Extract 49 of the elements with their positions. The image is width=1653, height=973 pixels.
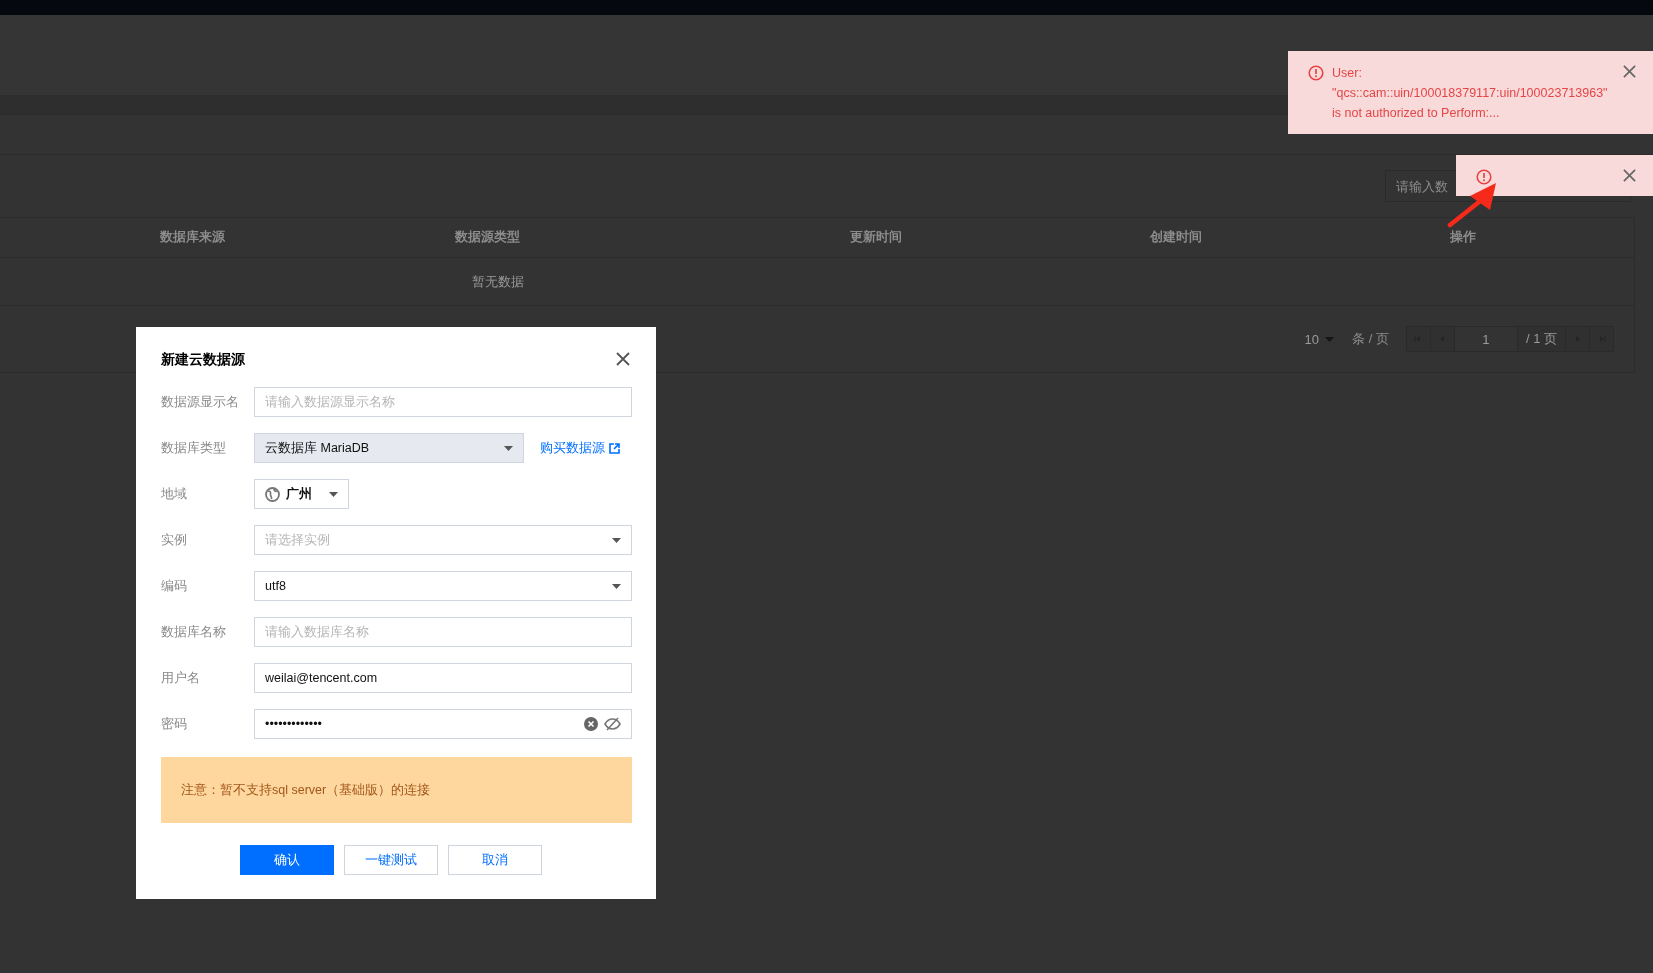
select-field[interactable]: utf8: [254, 571, 632, 601]
column-header: 数据源类型: [454, 229, 521, 246]
notice: 注意：暂不支持sql server（基础版）的连接: [161, 757, 632, 823]
input-field[interactable]: 请输入数据源显示名称: [254, 387, 632, 417]
input-field[interactable]: weilai@tencent.com: [254, 663, 632, 693]
field-label: 编码: [161, 577, 188, 595]
field-label: 实例: [161, 531, 188, 549]
caret-icon: [612, 583, 621, 589]
close-icon: [1623, 65, 1636, 78]
globe-icon: [265, 486, 280, 502]
field-label: 数据库类型: [161, 439, 227, 457]
page-input[interactable]: 1: [1453, 326, 1518, 352]
dialog-button[interactable]: 取消: [447, 845, 542, 875]
column-header: 数据库来源: [159, 229, 226, 246]
caret-icon: [612, 537, 621, 543]
field-label: 用户名: [161, 669, 201, 687]
empty-text: 暂无数据: [472, 272, 524, 291]
toast-message: "qcs::cam::uin/100018379117:uin/100023713963": [1332, 85, 1609, 102]
column-header: 操作: [1449, 229, 1477, 246]
close-icon: [1623, 169, 1636, 182]
password-field[interactable]: •••••••••••••: [254, 709, 632, 739]
region-select[interactable]: 广州: [254, 479, 349, 509]
error-icon: [1476, 169, 1492, 185]
external-link-icon: [609, 442, 620, 454]
page-size-unit: 条 / 页: [1352, 330, 1389, 348]
field-label: 数据库名称: [161, 623, 227, 641]
toast-message: is not authorized to Perform:...: [1332, 105, 1501, 122]
clear-icon[interactable]: [584, 717, 598, 731]
close-button[interactable]: [616, 352, 632, 368]
field-label: 数据源显示名: [161, 393, 240, 411]
dialog-button[interactable]: 一键测试: [343, 845, 438, 875]
page-size-select[interactable]: 10: [1304, 331, 1335, 347]
field-label: 密码: [161, 715, 188, 733]
error-icon: [1308, 65, 1324, 81]
field-label: 地域: [161, 485, 188, 503]
column-header: 创建时间: [1149, 229, 1203, 246]
caret-icon: [1325, 336, 1335, 342]
close-button[interactable]: [1623, 65, 1639, 81]
close-button[interactable]: [1623, 169, 1639, 185]
close-icon: [616, 352, 630, 366]
caret-icon: [504, 445, 513, 451]
caret-icon: [329, 491, 338, 497]
eye-slash-icon[interactable]: [604, 717, 621, 731]
toast-message: User:: [1332, 65, 1363, 82]
column-header: 更新时间: [849, 229, 903, 246]
confirm-button[interactable]: 确认: [239, 845, 334, 875]
page-total: / 1 页: [1516, 326, 1566, 352]
input-field[interactable]: 请输入数据库名称: [254, 617, 632, 647]
dialog-title: 新建云数据源: [161, 351, 245, 369]
